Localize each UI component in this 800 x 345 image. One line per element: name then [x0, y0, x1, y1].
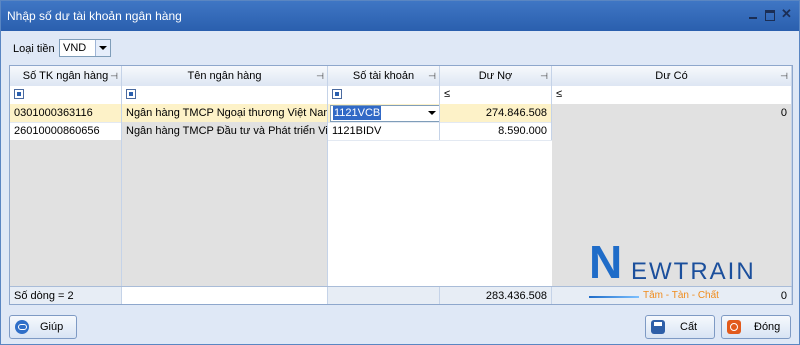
logo-tagline: Tâm - Tàn - Chất	[643, 290, 719, 301]
close-button[interactable]: Đóng	[721, 315, 791, 339]
window-title: Nhập số dư tài khoản ngân hàng	[7, 9, 182, 23]
newtrain-logo: N EWTRAIN Tâm - Tàn - Chất	[581, 233, 791, 303]
help-button[interactable]: Giúp	[9, 315, 77, 339]
row-count: Số dòng = 2	[10, 287, 122, 304]
dialog-window: Nhập số dư tài khoản ngân hàng ✕ Loại ti…	[0, 0, 800, 345]
gl-account-editor[interactable]: 1121VCB	[330, 105, 439, 122]
minimize-icon[interactable]	[747, 9, 759, 21]
account-no-cell[interactable]: 0301000363116	[10, 104, 122, 122]
filter-cell[interactable]	[10, 86, 122, 104]
column-label: Dư Nợ	[478, 70, 513, 82]
less-equal-icon[interactable]: ≤	[444, 88, 450, 100]
filter-icon[interactable]	[332, 89, 342, 99]
logo-underline	[589, 296, 639, 298]
filter-cell[interactable]	[122, 86, 328, 104]
logo-text: EWTRAIN	[631, 258, 756, 285]
pin-icon[interactable]: ⊣	[428, 66, 436, 86]
table-row[interactable]: 26010000860656 Ngân hàng TMCP Đầu tư và …	[10, 122, 792, 141]
title-bar: Nhập số dư tài khoản ngân hàng ✕	[1, 1, 799, 31]
empty-area	[10, 140, 122, 286]
filter-icon[interactable]	[126, 89, 136, 99]
debit-cell[interactable]: 8.590.000	[440, 122, 552, 140]
bank-name-cell[interactable]: Ngân hàng TMCP Ngoại thương Việt Nam	[122, 104, 328, 122]
debit-cell[interactable]: 274.846.508	[440, 104, 552, 122]
close-icon[interactable]: ✕	[781, 7, 793, 20]
empty-area	[122, 140, 328, 286]
filter-icon[interactable]	[14, 89, 24, 99]
column-header-bank-name[interactable]: Tên ngân hàng ⊣	[122, 66, 328, 86]
column-header-gl-account[interactable]: Số tài khoản ⊣	[328, 66, 440, 86]
help-icon	[15, 320, 29, 334]
filter-row: ≤ ≤	[10, 86, 792, 105]
account-no-cell[interactable]: 26010000860656	[10, 122, 122, 140]
close-label: Đóng	[754, 321, 781, 333]
filter-cell[interactable]: ≤	[552, 86, 792, 104]
filter-cell[interactable]	[328, 86, 440, 104]
credit-cell[interactable]: 0	[552, 104, 792, 122]
bank-name-cell[interactable]: Ngân hàng TMCP Đầu tư và Phát triển Việ	[122, 122, 328, 140]
logo-letter: N	[589, 236, 623, 288]
table-row[interactable]: 0301000363116 Ngân hàng TMCP Ngoại thươn…	[10, 104, 792, 123]
currency-select[interactable]: VND	[59, 39, 111, 57]
pin-icon[interactable]: ⊣	[316, 66, 324, 86]
credit-cell[interactable]	[552, 122, 792, 140]
footer-cell	[328, 287, 440, 304]
currency-label: Loại tiền	[13, 43, 55, 55]
column-header-account-no[interactable]: Số TK ngân hàng ⊣	[10, 66, 122, 86]
maximize-icon[interactable]	[764, 9, 776, 21]
footer-cell	[122, 287, 328, 304]
currency-value: VND	[63, 42, 87, 54]
gl-account-cell[interactable]: 1121BIDV	[328, 122, 440, 140]
gl-account-cell[interactable]: 1121VCB	[328, 104, 440, 122]
pin-icon[interactable]: ⊣	[110, 66, 118, 86]
column-label: Tên ngân hàng	[187, 70, 262, 82]
save-icon	[651, 320, 665, 334]
column-label: Dư Có	[655, 70, 688, 82]
help-label: Giúp	[40, 321, 64, 333]
pin-icon[interactable]: ⊣	[540, 66, 548, 86]
column-header-credit[interactable]: Dư Có ⊣	[552, 66, 792, 86]
less-equal-icon[interactable]: ≤	[556, 88, 562, 100]
gl-account-value[interactable]: 1121VCB	[333, 106, 382, 120]
column-label: Số TK ngân hàng	[22, 70, 109, 82]
power-icon	[727, 320, 741, 334]
total-debit: 283.436.508	[440, 287, 552, 304]
chevron-down-icon[interactable]	[95, 40, 110, 56]
column-label: Số tài khoản	[352, 70, 415, 82]
column-header-debit[interactable]: Dư Nợ ⊣	[440, 66, 552, 86]
save-label: Cất	[680, 321, 698, 333]
save-button[interactable]: Cất	[645, 315, 715, 339]
pin-icon[interactable]: ⊣	[780, 66, 788, 86]
filter-cell[interactable]: ≤	[440, 86, 552, 104]
grid-header: Số TK ngân hàng ⊣ Tên ngân hàng ⊣ Số tài…	[10, 66, 792, 87]
chevron-down-icon[interactable]	[428, 111, 436, 115]
